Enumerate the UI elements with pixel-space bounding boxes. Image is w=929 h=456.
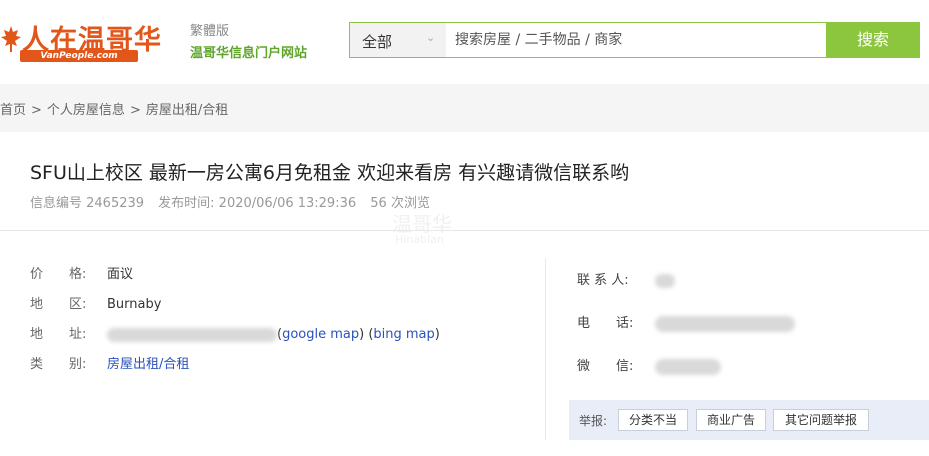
google-map-link[interactable]: google map — [282, 327, 359, 342]
logo-domain: VanPeople.com — [20, 50, 138, 62]
redacted-phone — [655, 315, 795, 332]
category-label: 类 别: — [30, 357, 87, 372]
listing-title: SFU山上校区 最新一房公寓6月免租金 欢迎来看房 有兴趣请微信联系哟 — [30, 162, 630, 184]
maple-leaf-icon — [1, 26, 21, 52]
report-wrong-category-button[interactable]: 分类不当 — [618, 409, 688, 431]
search-button[interactable]: 搜索 — [826, 22, 920, 58]
phone-row: 电 话: — [577, 312, 795, 332]
publish-time: 发布时间: 2020/06/06 13:29:36 — [158, 196, 357, 211]
address-label: 地 址: — [30, 327, 87, 342]
traditional-chinese-link[interactable]: 繁體版 — [190, 20, 229, 39]
search-category-select[interactable]: 全部 ⌄ — [350, 23, 446, 57]
address-row: 地 址: (google map) (bing map) — [30, 323, 440, 342]
area-value: Burnaby — [107, 297, 162, 312]
redacted-wechat — [655, 358, 721, 375]
area-label: 地 区: — [30, 297, 87, 312]
phone-label: 电 话: — [577, 316, 634, 331]
chevron-down-icon: ⌄ — [426, 31, 436, 44]
breadcrumb: 首页 > 个人房屋信息 > 房屋出租/合租 — [0, 99, 228, 118]
section-divider — [0, 230, 929, 231]
site-header: 人在温哥华 VanPeople.com 繁體版 温哥华信息门户网站 全部 ⌄ 搜… — [0, 0, 929, 84]
contact-person-row: 联 系 人: — [577, 269, 675, 288]
site-slogan: 温哥华信息门户网站 — [190, 46, 308, 61]
price-row: 价 格: 面议 — [30, 263, 133, 282]
column-divider — [545, 258, 546, 440]
category-row: 类 别: 房屋出租/合租 — [30, 353, 189, 372]
report-other-button[interactable]: 其它问题举报 — [773, 409, 869, 431]
area-row: 地 区: Burnaby — [30, 293, 161, 312]
search-category-label: 全部 — [362, 33, 393, 51]
category-link[interactable]: 房屋出租/合租 — [107, 357, 189, 372]
paren-close: ) — [434, 327, 440, 342]
watermark-subtext: Hinablan — [395, 233, 444, 246]
breadcrumb-separator: > — [31, 103, 42, 118]
wechat-row: 微 信: — [577, 355, 721, 375]
info-id: 信息编号 2465239 — [30, 196, 145, 211]
site-logo[interactable]: 人在温哥华 VanPeople.com — [0, 18, 178, 64]
contact-person-label: 联 系 人: — [577, 273, 629, 288]
breadcrumb-rental[interactable]: 房屋出租/合租 — [146, 103, 228, 118]
wechat-label: 微 信: — [577, 359, 634, 374]
price-label: 价 格: — [30, 267, 87, 282]
listing-meta: 信息编号 2465239 发布时间: 2020/06/06 13:29:36 5… — [30, 192, 440, 211]
bing-map-link[interactable]: bing map — [373, 327, 434, 342]
report-label: 举报: — [579, 414, 608, 428]
redacted-address — [107, 327, 277, 342]
breadcrumb-bar: 首页 > 个人房屋信息 > 房屋出租/合租 — [0, 84, 929, 132]
search-input[interactable] — [446, 23, 824, 57]
search-bar: 全部 ⌄ 搜索 — [349, 22, 920, 58]
report-ad-button[interactable]: 商业广告 — [696, 409, 766, 431]
breadcrumb-separator: > — [129, 103, 141, 118]
breadcrumb-home[interactable]: 首页 — [0, 103, 26, 118]
breadcrumb-personal-housing[interactable]: 个人房屋信息 — [47, 103, 125, 118]
paren-mid: ) ( — [359, 327, 374, 342]
redacted-contact-name — [655, 273, 675, 288]
report-bar: 举报: 分类不当 商业广告 其它问题举报 — [569, 400, 929, 440]
price-value: 面议 — [107, 267, 134, 282]
